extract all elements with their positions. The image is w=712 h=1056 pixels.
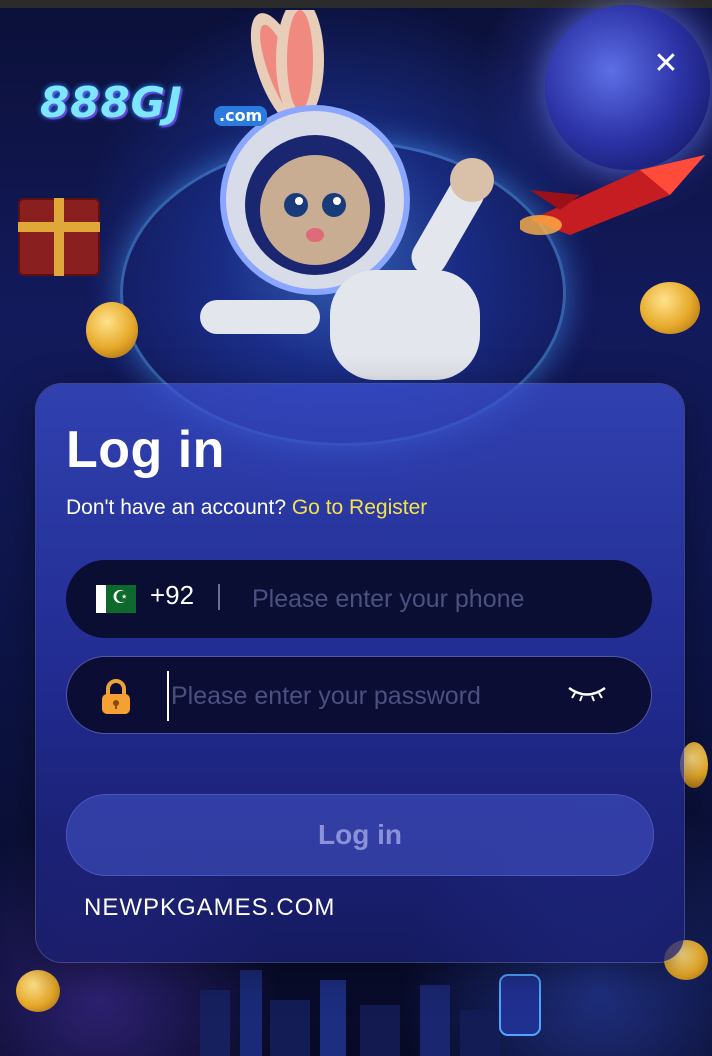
close-button[interactable]: ✕ bbox=[646, 44, 686, 84]
watermark-text: NEWPKGAMES.COM bbox=[84, 894, 336, 921]
phone-input[interactable] bbox=[250, 574, 634, 624]
page-title: Log in bbox=[66, 421, 225, 479]
top-bar bbox=[0, 0, 712, 8]
phone-field: ☪ +92 bbox=[66, 560, 652, 638]
login-card: Log in Don't have an account? Go to Regi… bbox=[36, 384, 684, 962]
login-button[interactable]: Log in bbox=[66, 794, 654, 876]
register-prompt: Don't have an account? Go to Register bbox=[66, 496, 427, 520]
register-link[interactable]: Go to Register bbox=[292, 496, 427, 519]
city-skyline-decoration bbox=[200, 970, 541, 1056]
logo-main-text: 888GJ bbox=[40, 78, 183, 127]
password-input[interactable] bbox=[167, 671, 553, 721]
rocket-decoration bbox=[520, 155, 705, 235]
country-code[interactable]: +92 bbox=[150, 580, 194, 611]
close-icon: ✕ bbox=[653, 46, 679, 81]
coin-decoration bbox=[680, 742, 708, 788]
planet-decoration bbox=[545, 5, 710, 170]
field-divider bbox=[218, 584, 220, 610]
brand-logo: 888GJ .com bbox=[36, 78, 268, 134]
eye-closed-icon[interactable] bbox=[567, 683, 607, 703]
no-account-text: Don't have an account? bbox=[66, 496, 286, 519]
lock-icon bbox=[102, 679, 130, 714]
gift-box-decoration bbox=[18, 198, 100, 276]
logo-sub-text: .com bbox=[214, 106, 268, 126]
astronaut-bunny-illustration bbox=[200, 10, 494, 380]
coin-decoration bbox=[640, 282, 700, 334]
password-field bbox=[66, 656, 652, 734]
coin-decoration bbox=[86, 302, 138, 358]
pakistan-flag-icon: ☪ bbox=[96, 585, 136, 613]
